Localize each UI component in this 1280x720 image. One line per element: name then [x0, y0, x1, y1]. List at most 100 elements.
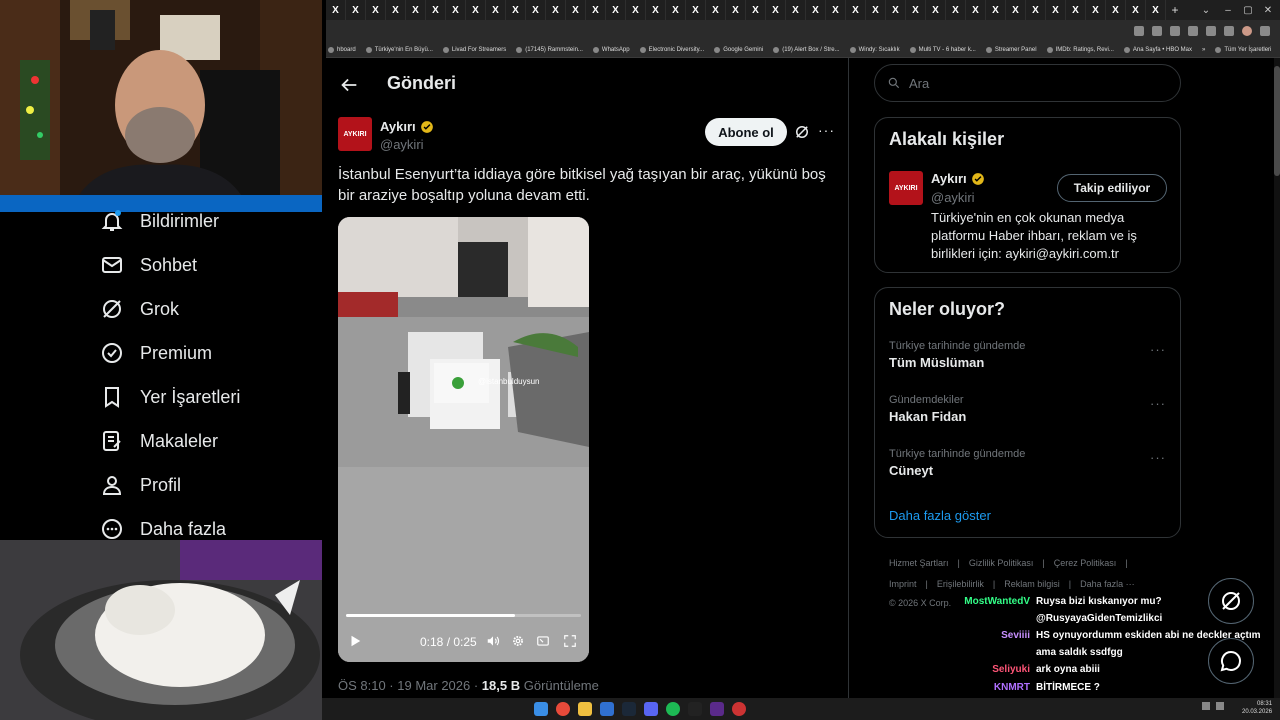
chat-username[interactable]: Seviiii: [0, 630, 1036, 641]
bookmark-item[interactable]: Ana Sayfa • HBO Max: [1123, 46, 1192, 53]
spotify-icon[interactable]: [666, 702, 680, 716]
footer-imprint[interactable]: Imprint: [889, 579, 917, 589]
browser-tab[interactable]: X: [586, 0, 606, 20]
search-box[interactable]: Ara: [874, 64, 1181, 102]
file-explorer-icon[interactable]: [578, 702, 592, 716]
nav-articles[interactable]: Makaleler: [100, 426, 218, 456]
nav-grok[interactable]: Grok: [100, 294, 179, 324]
bookmark-item[interactable]: IMDb: Ratings, Revi...: [1046, 46, 1114, 53]
browser-tab[interactable]: X: [826, 0, 846, 20]
browser-tab[interactable]: X: [706, 0, 726, 20]
browser-menu-icon[interactable]: ⌄: [1196, 0, 1216, 20]
star-icon[interactable]: [1188, 26, 1198, 36]
browser-tab[interactable]: X: [506, 0, 526, 20]
browser-tab[interactable]: X: [626, 0, 646, 20]
browser-tab[interactable]: X: [686, 0, 706, 20]
scrollbar-thumb[interactable]: [1274, 66, 1280, 176]
volume-tray-icon[interactable]: [1216, 702, 1224, 710]
bookmark-item[interactable]: »: [1202, 47, 1205, 53]
new-tab-button[interactable]: +: [1166, 0, 1184, 20]
bookmark-item[interactable]: Türkiye'nin En Büyü...: [365, 46, 433, 53]
download-icon[interactable]: [1224, 26, 1234, 36]
footer-more[interactable]: Daha fazla ···: [1080, 579, 1135, 589]
chat-username[interactable]: KNMRT: [0, 682, 1036, 693]
browser-tab[interactable]: X: [606, 0, 626, 20]
chat-username[interactable]: MostWantedV: [0, 596, 1036, 607]
bookmark-item[interactable]: WhatsApp: [592, 46, 630, 53]
browser-tab[interactable]: X: [566, 0, 586, 20]
bookmark-item[interactable]: (17145) Rammstein...: [516, 46, 583, 53]
browser-tab[interactable]: X: [466, 0, 486, 20]
footer-privacy[interactable]: Gizlilik Politikası: [969, 558, 1034, 568]
browser-tab[interactable]: X: [946, 0, 966, 20]
browser-tab[interactable]: X: [726, 0, 746, 20]
wifi-icon[interactable]: [1202, 702, 1210, 710]
footer-ads-info[interactable]: Reklam bilgisi: [1004, 579, 1060, 589]
epic-games-icon[interactable]: [688, 702, 702, 716]
trend-more-icon[interactable]: ···: [1150, 396, 1166, 411]
zoom-icon[interactable]: [1152, 26, 1162, 36]
browser-tab[interactable]: X: [666, 0, 686, 20]
author-name[interactable]: Aykırı: [380, 119, 416, 134]
bookmark-item[interactable]: Google Gemini: [714, 46, 763, 53]
author-avatar[interactable]: AYKIRI: [338, 117, 372, 151]
screen-icon[interactable]: [1134, 26, 1144, 36]
trend-item[interactable]: Gündemdekiler Hakan Fidan: [889, 394, 1169, 424]
bookmark-item[interactable]: (19) Alert Box / Stre...: [773, 46, 840, 53]
author-handle[interactable]: @aykiri: [380, 137, 424, 152]
trend-more-icon[interactable]: ···: [1150, 342, 1166, 357]
browser-tab[interactable]: X: [786, 0, 806, 20]
system-tray[interactable]: [1202, 702, 1224, 710]
browser-tab[interactable]: X: [446, 0, 466, 20]
chat-username[interactable]: Seliyuki: [0, 664, 1036, 675]
browser-tab[interactable]: X: [926, 0, 946, 20]
footer-cookies[interactable]: Çerez Politikası: [1054, 558, 1117, 568]
nav-chat[interactable]: Sohbet: [100, 250, 197, 280]
browser-tab[interactable]: X: [1046, 0, 1066, 20]
browser-tab[interactable]: X: [866, 0, 886, 20]
browser-tab[interactable]: X: [766, 0, 786, 20]
browser-tab[interactable]: X: [746, 0, 766, 20]
search-input[interactable]: Ara: [909, 76, 929, 91]
related-handle[interactable]: @aykiri: [931, 190, 975, 205]
browser-tab[interactable]: X: [1006, 0, 1026, 20]
following-button[interactable]: Takip ediliyor: [1057, 174, 1167, 202]
share-icon[interactable]: [1170, 26, 1180, 36]
maximize-icon[interactable]: ▢: [1238, 0, 1258, 20]
browser-tab[interactable]: X: [966, 0, 986, 20]
related-name-row[interactable]: Aykırı: [931, 171, 985, 186]
discord-icon[interactable]: [644, 702, 658, 716]
related-name[interactable]: Aykırı: [931, 171, 967, 186]
browser-tab[interactable]: X: [1026, 0, 1046, 20]
browser-tab[interactable]: X: [406, 0, 426, 20]
related-avatar[interactable]: AYKIRI: [889, 171, 923, 205]
nav-bookmarks[interactable]: Yer İşaretleri: [100, 382, 240, 412]
trend-more-icon[interactable]: ···: [1150, 450, 1166, 465]
bookmark-item[interactable]: Multi TV - 6 haber k...: [909, 46, 976, 53]
extensions-icon[interactable]: [1206, 26, 1216, 36]
browser-tab[interactable]: X: [526, 0, 546, 20]
browser-tab[interactable]: X: [1126, 0, 1146, 20]
kebab-menu-icon[interactable]: [1260, 26, 1270, 36]
browser-tab[interactable]: X: [386, 0, 406, 20]
grok-explain-icon[interactable]: [793, 123, 811, 141]
clock[interactable]: 08:31 20.03.2026: [1242, 700, 1272, 716]
trend-item[interactable]: Türkiye tarihinde gündemde Tüm Müslüman: [889, 340, 1169, 370]
browser-tab[interactable]: X: [806, 0, 826, 20]
chrome-icon[interactable]: [556, 702, 570, 716]
subscribe-button[interactable]: Abone ol: [705, 118, 787, 146]
footer-terms[interactable]: Hizmet Şartları: [889, 558, 949, 568]
close-window-icon[interactable]: ✕: [1258, 0, 1278, 20]
nav-notifications[interactable]: Bildirimler: [100, 206, 219, 236]
bookmark-item[interactable]: Streamer Panel: [985, 46, 1037, 53]
show-more-link[interactable]: Daha fazla göster: [889, 508, 991, 523]
bookmark-item[interactable]: Tüm Yer İşaretleri: [1215, 46, 1271, 53]
profile-avatar-icon[interactable]: [1242, 26, 1252, 36]
more-options-icon[interactable]: ···: [818, 122, 835, 138]
browser-tab[interactable]: X: [1066, 0, 1086, 20]
bookmark-item[interactable]: hboard: [328, 46, 356, 53]
app-icon[interactable]: [732, 702, 746, 716]
browser-tab[interactable]: X: [426, 0, 446, 20]
browser-tab[interactable]: X: [486, 0, 506, 20]
browser-tab[interactable]: X: [646, 0, 666, 20]
